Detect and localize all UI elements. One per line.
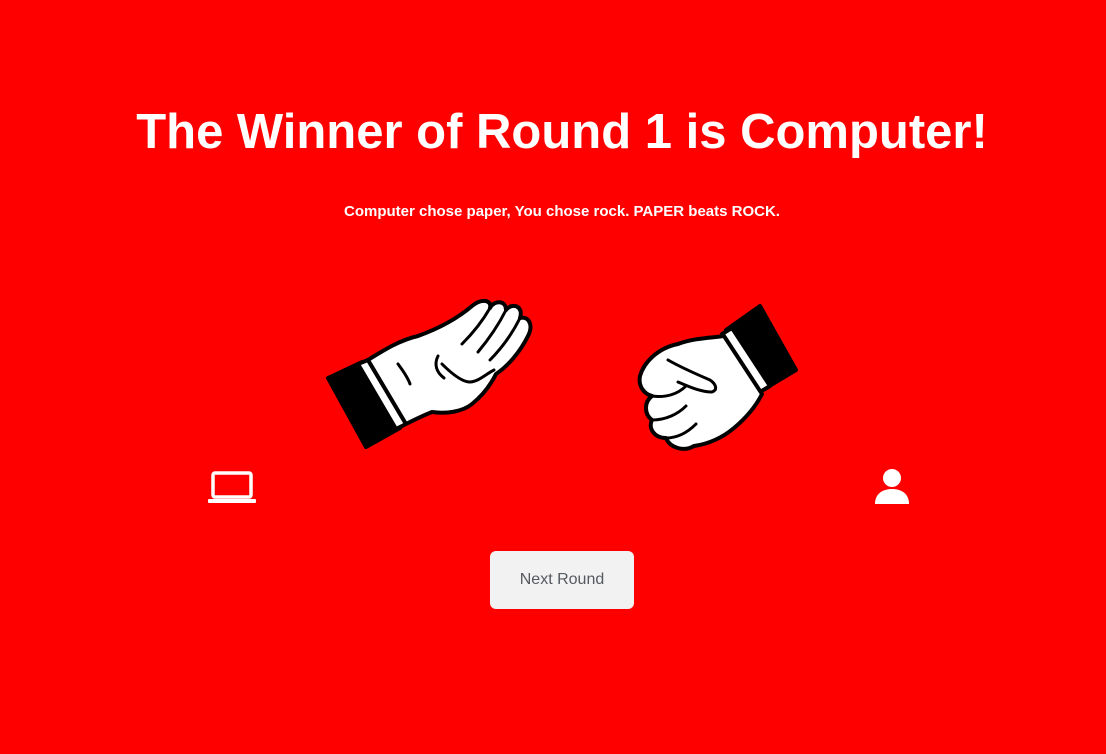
winner-headline: The Winner of Round 1 is Computer! <box>136 105 988 159</box>
user-icon <box>872 468 912 506</box>
laptop-icon <box>206 470 258 506</box>
next-round-button[interactable]: Next Round <box>490 551 634 609</box>
computer-choice-paper-hand-icon <box>322 292 542 457</box>
player-choice-rock-fist-icon <box>630 300 805 455</box>
game-screen: The Winner of Round 1 is Computer! Compu… <box>0 0 1106 754</box>
round-summary: Computer chose paper, You chose rock. PA… <box>344 203 780 220</box>
